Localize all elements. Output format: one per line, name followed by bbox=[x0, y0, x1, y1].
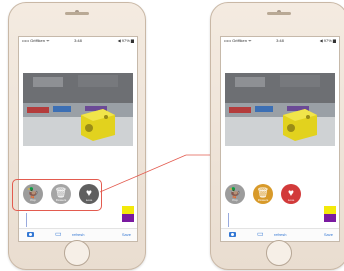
color-swatch[interactable] bbox=[324, 206, 336, 222]
library-icon[interactable]: ▭ bbox=[257, 231, 264, 239]
phone-right: ••••• Griffiken ᯤ 3:48 ◀ 97% ▆ 🦆 Pop 🗑 F… bbox=[210, 2, 344, 270]
phone-left: ••••• Griffiken ᯤ 3:48 ◀ 97% ▆ 🦆 Pop 🗑 F… bbox=[8, 2, 146, 270]
color-swatch[interactable] bbox=[122, 206, 134, 222]
save-button[interactable]: Save bbox=[122, 232, 131, 238]
home-button[interactable] bbox=[266, 240, 292, 266]
swatch-yellow bbox=[324, 206, 336, 214]
phone-screen: ••••• Griffiken ᯤ 3:48 ◀ 97% ▆ 🦆 Pop 🗑 F… bbox=[220, 36, 340, 242]
battery-indicator: ◀ 97% ▆ bbox=[319, 38, 336, 43]
speaker bbox=[65, 12, 89, 15]
status-bar: ••••• Griffiken ᯤ 3:48 ◀ 97% ▆ bbox=[221, 37, 339, 45]
filter-caption: Flowers bbox=[257, 198, 269, 202]
filter-pop-button[interactable]: 🦆 Pop bbox=[225, 184, 245, 204]
swatch-purple bbox=[324, 214, 336, 222]
refresh-button[interactable]: refresh bbox=[274, 232, 286, 238]
filter-love-button[interactable]: ♥ Love bbox=[281, 184, 301, 204]
save-button[interactable]: Save bbox=[324, 232, 333, 238]
filter-flowers-button[interactable]: 🗑 Flowers bbox=[253, 184, 273, 204]
battery-indicator: ◀ 97% ▆ bbox=[117, 38, 134, 43]
phone-screen: ••••• Griffiken ᯤ 3:48 ◀ 97% ▆ 🦆 Pop 🗑 F… bbox=[18, 36, 138, 242]
filter-caption: Pop bbox=[232, 198, 238, 202]
text-cursor bbox=[228, 213, 229, 227]
filter-highlight-box bbox=[12, 179, 102, 211]
photo-image bbox=[23, 73, 133, 146]
library-icon[interactable]: ▭ bbox=[55, 231, 62, 239]
refresh-button[interactable]: refresh bbox=[72, 232, 84, 238]
home-button[interactable] bbox=[64, 240, 90, 266]
swatch-purple bbox=[122, 214, 134, 222]
text-cursor bbox=[26, 213, 27, 227]
status-bar: ••••• Griffiken ᯤ 3:48 ◀ 97% ▆ bbox=[19, 37, 137, 45]
swatch-yellow bbox=[122, 206, 134, 214]
filter-caption: Love bbox=[287, 198, 295, 202]
photo-preview bbox=[23, 73, 133, 146]
speaker bbox=[267, 12, 291, 15]
filter-bar: 🦆 Pop 🗑 Flowers ♥ Love bbox=[225, 182, 305, 206]
photo-preview bbox=[225, 73, 335, 146]
camera-icon[interactable] bbox=[27, 232, 34, 237]
photo-image bbox=[225, 73, 335, 146]
camera-icon[interactable] bbox=[229, 232, 236, 237]
